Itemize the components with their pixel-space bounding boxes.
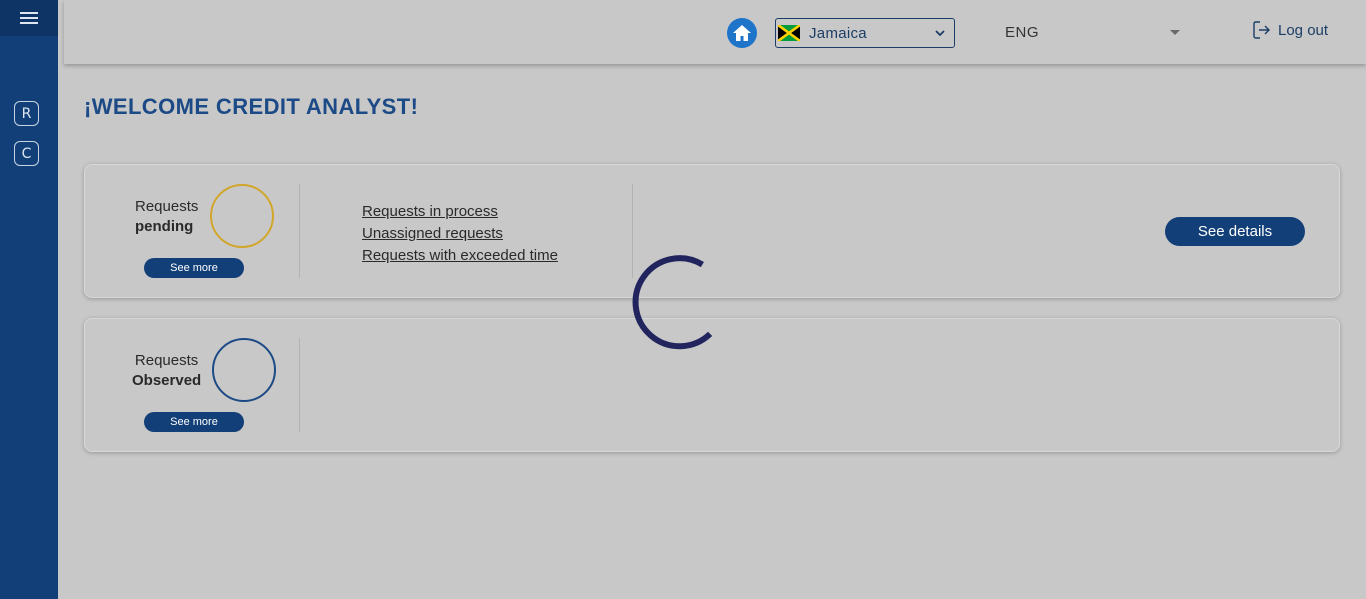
exceeded-time-requests-link[interactable]: Requests with exceeded time bbox=[362, 245, 558, 267]
pending-title-line1: Requests bbox=[135, 198, 199, 215]
sidebar-item-c[interactable]: C bbox=[14, 141, 39, 166]
pending-count-ring bbox=[210, 184, 274, 248]
pending-title-line2: pending bbox=[135, 218, 194, 235]
unassigned-requests-link[interactable]: Unassigned requests bbox=[362, 223, 558, 245]
requests-in-process-link[interactable]: Requests in process bbox=[362, 201, 558, 223]
observed-count-ring bbox=[212, 338, 276, 402]
menu-toggle-button[interactable] bbox=[0, 0, 58, 36]
observed-title-line2: Observed bbox=[132, 372, 202, 389]
loading-spinner-icon bbox=[632, 255, 713, 350]
top-bar: Jamaica ENG Log out bbox=[64, 0, 1366, 64]
country-select[interactable]: Jamaica bbox=[775, 18, 955, 48]
caret-down-icon bbox=[1170, 30, 1180, 35]
language-select-value: ENG bbox=[1005, 24, 1040, 41]
home-button[interactable] bbox=[727, 18, 757, 48]
see-details-button[interactable]: See details bbox=[1165, 217, 1305, 246]
sidebar: R C bbox=[0, 0, 58, 599]
logout-button[interactable]: Log out bbox=[1252, 20, 1328, 40]
pending-see-more-button[interactable]: See more bbox=[144, 258, 244, 278]
card-divider bbox=[299, 184, 300, 278]
language-select[interactable]: ENG bbox=[1005, 22, 1185, 44]
logout-icon bbox=[1253, 21, 1270, 39]
page-title: ¡WELCOME CREDIT ANALYST! bbox=[84, 94, 419, 119]
sidebar-item-label: C bbox=[21, 145, 32, 162]
country-select-value: Jamaica bbox=[809, 24, 867, 42]
chevron-down-icon bbox=[935, 30, 945, 37]
jamaica-flag-icon bbox=[778, 25, 800, 41]
observed-title-line1: Requests bbox=[134, 352, 199, 369]
logout-label: Log out bbox=[1278, 21, 1329, 39]
pending-links: Requests in process Unassigned requests … bbox=[362, 201, 558, 267]
card-divider bbox=[299, 338, 300, 432]
home-icon bbox=[733, 25, 751, 41]
observed-see-more-button[interactable]: See more bbox=[144, 412, 244, 432]
hamburger-icon bbox=[20, 12, 38, 24]
sidebar-item-r[interactable]: R bbox=[14, 101, 39, 126]
pending-requests-title: Requests pending bbox=[135, 197, 198, 237]
observed-requests-title: Requests Observed bbox=[132, 351, 201, 391]
sidebar-item-label: R bbox=[21, 105, 32, 122]
